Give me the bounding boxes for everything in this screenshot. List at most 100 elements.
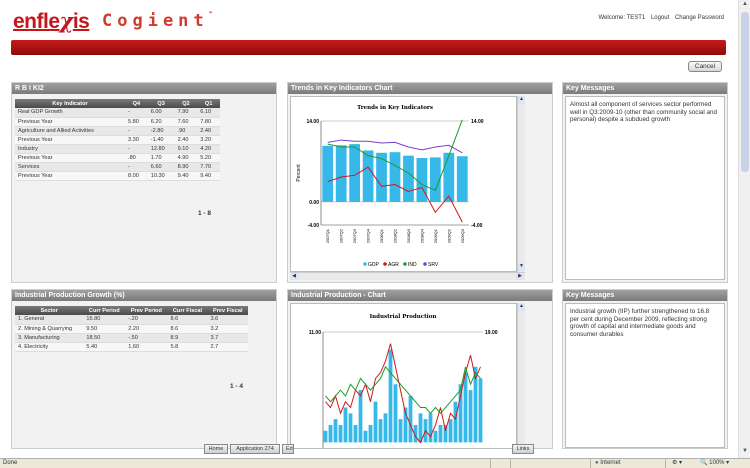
table-row[interactable]: Previous Year .80 1.70 4.90 5.20 bbox=[15, 153, 220, 163]
page-scrollbar[interactable]: ▲ ▼ bbox=[738, 0, 750, 458]
scroll-up-icon[interactable]: ▲ bbox=[518, 96, 525, 104]
table-cell: 9.40 bbox=[174, 171, 198, 181]
security-zone: ● Internet bbox=[595, 460, 621, 466]
column-header[interactable]: Sector bbox=[15, 306, 84, 315]
trends-chart-svg: Trends in Key Indicators 14.00 0.00 -4.00 14… bbox=[296, 105, 484, 268]
bar-gdp bbox=[362, 150, 374, 202]
scroll-up-icon[interactable]: ▲ bbox=[741, 1, 749, 9]
table-row[interactable]: Previous Year 8.00 10.30 9.40 9.40 bbox=[15, 171, 220, 181]
table-row[interactable]: Agriculture and Allied Activities - -2.80.… bbox=[15, 126, 220, 136]
zoom-level[interactable]: 🔍 100% ▾ bbox=[700, 459, 729, 468]
column-header[interactable]: Q4 bbox=[125, 99, 148, 108]
panel-title: R B I KI2 bbox=[12, 83, 276, 94]
enflexis-logo[interactable]: enfleχis bbox=[13, 8, 90, 34]
column-header[interactable]: Q1 bbox=[197, 99, 220, 108]
column-header[interactable]: Prev Fiscal bbox=[207, 306, 248, 315]
user-links: Welcome: TEST1 Logout Change Password bbox=[594, 15, 724, 21]
tab-links[interactable]: Links bbox=[512, 444, 534, 454]
table-cell: .90 bbox=[174, 126, 198, 136]
bar bbox=[438, 424, 443, 443]
chart-vscroll[interactable]: ▲ ▼ bbox=[517, 96, 525, 272]
table-row[interactable]: 2. Mining & Quarrying 9.50 2.20 8.6 3.2 bbox=[15, 324, 248, 334]
x-tick-label: 2009Q1 bbox=[433, 228, 438, 243]
table-row[interactable]: 3. Manufacturing 18.50 -.50 8.9 3.7 bbox=[15, 333, 248, 343]
rbi-table: Key Indicator Q4 Q3 Q2 Q1 Real GDP Growth -6.… bbox=[15, 99, 220, 181]
bar bbox=[448, 419, 453, 443]
panel-title: Industrial Production - Chart bbox=[288, 290, 552, 301]
y-axis-label: Percent bbox=[296, 164, 302, 182]
x-tick-label: 2008Q2 bbox=[393, 228, 398, 243]
x-tick-label: 2007Q4 bbox=[366, 228, 371, 243]
scroll-left-icon[interactable]: ◀ bbox=[290, 273, 298, 280]
column-header[interactable]: Curr Fiscal bbox=[167, 306, 208, 315]
table-row[interactable]: Services -6.60 8.90 7.70 bbox=[15, 162, 220, 172]
chart-title: Trends in Key Indicators bbox=[357, 105, 433, 111]
table-cell: 2.20 bbox=[125, 324, 168, 334]
tab-ed[interactable]: Ed bbox=[282, 444, 294, 454]
scroll-down-icon[interactable]: ▼ bbox=[741, 448, 749, 456]
table-row[interactable]: 4. Electricity 5.40 1.60 5.8 2.7 bbox=[15, 342, 248, 352]
bar-gdp bbox=[335, 145, 347, 202]
legend-marker bbox=[423, 262, 427, 266]
x-tick-label: 2009Q3 bbox=[460, 228, 465, 243]
bar bbox=[458, 384, 463, 443]
table-cell: 3.7 bbox=[207, 333, 248, 343]
table-cell: 9.10 bbox=[174, 144, 198, 154]
bar bbox=[358, 390, 363, 443]
table-cell: 3.2 bbox=[207, 324, 248, 334]
bar bbox=[418, 413, 423, 443]
tab-application[interactable]: Application 274 bbox=[230, 444, 280, 454]
table-cell: 5.40 bbox=[83, 342, 126, 352]
column-header[interactable]: Q2 bbox=[174, 99, 198, 108]
bar bbox=[348, 413, 353, 443]
table-cell: .80 bbox=[125, 153, 148, 163]
chart-hscroll[interactable]: ◀ ▶ bbox=[290, 272, 525, 280]
table-cell: Real GDP Growth bbox=[15, 108, 126, 118]
iip-pager: 1 - 4 bbox=[230, 383, 244, 390]
status-divider bbox=[590, 459, 591, 468]
legend-label: IND bbox=[408, 262, 417, 268]
table-cell: 8.9 bbox=[167, 333, 208, 343]
x-tick-label: 2009Q2 bbox=[446, 228, 451, 243]
table-row[interactable]: Previous Year 3.30 -1.40 2.40 3.20 bbox=[15, 135, 220, 145]
table-cell: 7.60 bbox=[174, 117, 198, 127]
protected-mode-icon[interactable]: ⚙ ▾ bbox=[672, 459, 682, 468]
table-cell: 8.6 bbox=[167, 324, 208, 334]
table-cell: -2.80 bbox=[147, 126, 175, 136]
trends-panel: Trends in Key Indicators Chart Trends in… bbox=[287, 82, 553, 283]
menu-bar bbox=[11, 40, 726, 55]
table-cell: Previous Year bbox=[15, 171, 126, 181]
bar bbox=[478, 378, 483, 443]
scroll-down-icon[interactable]: ▼ bbox=[518, 263, 525, 271]
tab-home[interactable]: Home bbox=[204, 444, 228, 454]
x-tick-label: 2008Q1 bbox=[379, 228, 384, 243]
scroll-thumb[interactable] bbox=[741, 12, 749, 172]
column-header[interactable]: Prev Period bbox=[125, 306, 168, 315]
chart-vscroll[interactable]: ▲ bbox=[517, 303, 525, 449]
table-cell: 3.30 bbox=[125, 135, 148, 145]
logout-link[interactable]: Logout bbox=[651, 15, 669, 21]
bar bbox=[453, 401, 458, 443]
table-cell: 2. Mining & Quarrying bbox=[15, 324, 84, 334]
bar bbox=[368, 424, 373, 443]
table-cell: 5.20 bbox=[197, 153, 220, 163]
table-cell: 10.30 bbox=[147, 171, 175, 181]
table-row[interactable]: 1. General 16.80 -.20 8.6 3.6 bbox=[15, 315, 248, 325]
table-row[interactable]: Industry -12.80 9.10 4.20 bbox=[15, 144, 220, 154]
y-tick-label: 11.00 bbox=[309, 330, 321, 336]
table-cell: 7.90 bbox=[174, 108, 198, 118]
table-cell: 4. Electricity bbox=[15, 342, 84, 352]
column-header[interactable]: Key Indicator bbox=[15, 99, 126, 108]
table-cell: - bbox=[125, 162, 148, 172]
column-header[interactable]: Curr Period bbox=[83, 306, 126, 315]
y-tick-label: 0.00 bbox=[309, 200, 319, 206]
bar bbox=[408, 395, 413, 443]
scroll-up-icon[interactable]: ▲ bbox=[518, 303, 525, 311]
cancel-button[interactable]: Cancel bbox=[688, 61, 722, 72]
column-header[interactable]: Q3 bbox=[147, 99, 175, 108]
change-password-link[interactable]: Change Password bbox=[675, 15, 724, 21]
bar bbox=[398, 419, 403, 443]
table-row[interactable]: Real GDP Growth -6.00 7.90 6.10 bbox=[15, 108, 220, 118]
scroll-right-icon[interactable]: ▶ bbox=[516, 273, 524, 280]
table-row[interactable]: Previous Year 5.80 6.20 7.60 7.80 bbox=[15, 117, 220, 127]
